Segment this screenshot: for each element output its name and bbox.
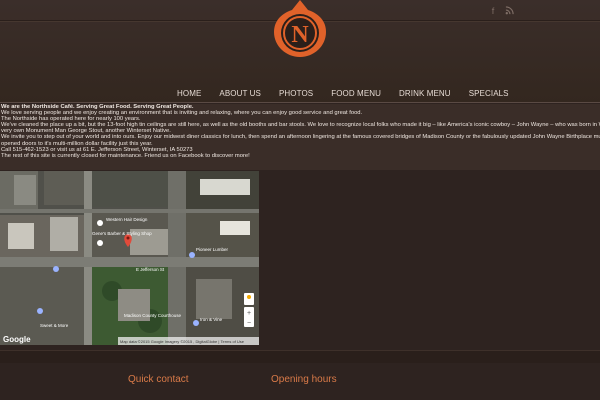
map-poi-icon[interactable] xyxy=(193,320,199,326)
intro-line: We invite you to step out of your world … xyxy=(1,134,600,141)
site-logo[interactable]: N xyxy=(272,0,328,58)
rss-icon[interactable] xyxy=(504,6,514,16)
map-poi-icon[interactable] xyxy=(37,308,43,314)
logo-letter: N xyxy=(291,22,309,48)
map-label-hair: Western Hair Design xyxy=(106,217,148,222)
nav-drink-menu[interactable]: DRINK MENU xyxy=(390,86,460,102)
map-label-courthouse: Madison County Courthouse xyxy=(124,313,182,318)
nav-divider xyxy=(0,102,600,103)
map-label-barber: Gene's Barber & Styling Shop xyxy=(92,231,152,236)
svg-text:+: + xyxy=(247,310,251,317)
map-poi-icon[interactable] xyxy=(97,220,103,226)
svg-text:−: − xyxy=(247,320,251,327)
map-poi-icon[interactable] xyxy=(97,240,103,246)
map-label-sweet: Sweet & More xyxy=(40,323,69,328)
map-label-iron: Iron & Vine xyxy=(200,317,223,322)
map-label-lumber: Pioneer Lumber xyxy=(196,247,229,252)
social-links: f xyxy=(488,6,514,16)
nav-food-menu[interactable]: FOOD MENU xyxy=(322,86,390,102)
map-poi-icon[interactable] xyxy=(189,252,195,258)
nav-photos[interactable]: PHOTOS xyxy=(270,86,322,102)
intro-content: We are the Northside Café. Serving Great… xyxy=(0,104,600,170)
google-logo: Google xyxy=(3,335,31,344)
maintenance-notice: The rest of this site is currently close… xyxy=(1,152,250,159)
footer-divider xyxy=(0,350,600,363)
map-poi-icon[interactable] xyxy=(53,266,59,272)
facebook-icon[interactable]: f xyxy=(488,6,498,16)
embedded-map[interactable]: Western Hair Design Gene's Barber & Styl… xyxy=(0,171,259,345)
nav-specials[interactable]: SPECIALS xyxy=(460,86,518,102)
map-attribution: Map data ©2015 Google Imagery ©2015 , Di… xyxy=(120,339,245,344)
quick-contact-heading: Quick contact xyxy=(128,374,189,385)
opening-hours-heading: Opening hours xyxy=(271,374,337,385)
nav-about-us[interactable]: ABOUT US xyxy=(210,86,270,102)
main-nav: HOME ABOUT US PHOTOS FOOD MENU DRINK MEN… xyxy=(168,86,518,102)
map-label-street: E Jefferson St xyxy=(136,267,165,272)
nav-home[interactable]: HOME xyxy=(168,86,210,102)
